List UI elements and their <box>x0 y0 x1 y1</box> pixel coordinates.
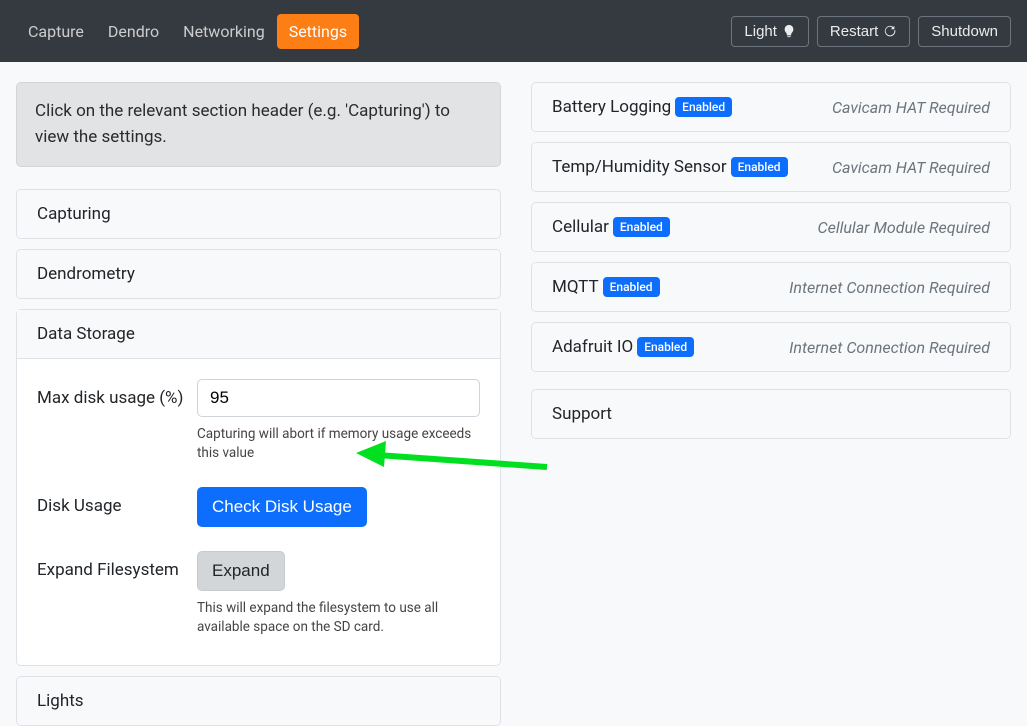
shutdown-button[interactable]: Shutdown <box>918 16 1011 47</box>
section-battery-logging: Battery Logging Enabled Cavicam HAT Requ… <box>531 82 1011 132</box>
help-max-disk: Capturing will abort if memory usage exc… <box>197 425 480 463</box>
section-header-data-storage[interactable]: Data Storage <box>17 310 500 359</box>
section-lights: Lights <box>16 676 501 726</box>
restart-label: Restart <box>830 23 878 40</box>
section-capturing: Capturing <box>16 189 501 239</box>
title-temp-humidity: Temp/Humidity Sensor <box>552 157 727 177</box>
restart-button[interactable]: Restart <box>817 16 910 47</box>
navbar: Capture Dendro Networking Settings Light… <box>0 0 1027 62</box>
check-disk-usage-button[interactable]: Check Disk Usage <box>197 487 367 527</box>
section-header-cellular[interactable]: Cellular Enabled Cellular Module Require… <box>532 203 1010 251</box>
label-disk-usage: Disk Usage <box>37 487 197 527</box>
section-header-lights[interactable]: Lights <box>17 677 500 725</box>
row-max-disk: Max disk usage (%) Capturing will abort … <box>37 379 480 463</box>
section-header-support[interactable]: Support <box>532 390 1010 438</box>
field-max-disk: Capturing will abort if memory usage exc… <box>197 379 480 463</box>
field-expand-fs: Expand This will expand the filesystem t… <box>197 551 480 637</box>
note-adafruit-io: Internet Connection Required <box>789 338 990 357</box>
nav-actions: Light Restart Shutdown <box>731 16 1011 47</box>
expand-button[interactable]: Expand <box>197 551 285 591</box>
section-cellular: Cellular Enabled Cellular Module Require… <box>531 202 1011 252</box>
info-alert: Click on the relevant section header (e.… <box>16 82 501 167</box>
note-mqtt: Internet Connection Required <box>789 278 990 297</box>
right-column: Battery Logging Enabled Cavicam HAT Requ… <box>531 82 1011 726</box>
section-dendrometry: Dendrometry <box>16 249 501 299</box>
label-expand-fs: Expand Filesystem <box>37 551 197 637</box>
shutdown-label: Shutdown <box>931 23 998 40</box>
nav-tab-capture[interactable]: Capture <box>16 14 96 49</box>
nav-tab-dendro[interactable]: Dendro <box>96 14 171 49</box>
note-battery-logging: Cavicam HAT Required <box>832 98 990 117</box>
left-column: Click on the relevant section header (e.… <box>16 82 501 726</box>
note-temp-humidity: Cavicam HAT Required <box>832 158 990 177</box>
row-expand-fs: Expand Filesystem Expand This will expan… <box>37 551 480 637</box>
section-adafruit-io: Adafruit IO Enabled Internet Connection … <box>531 322 1011 372</box>
title-battery-logging: Battery Logging <box>552 97 671 117</box>
section-header-capturing[interactable]: Capturing <box>17 190 500 238</box>
badge-cellular: Enabled <box>613 217 670 237</box>
nav-tab-settings[interactable]: Settings <box>277 14 359 49</box>
section-temp-humidity: Temp/Humidity Sensor Enabled Cavicam HAT… <box>531 142 1011 192</box>
badge-temp-humidity: Enabled <box>731 157 788 177</box>
badge-adafruit-io: Enabled <box>637 337 694 357</box>
help-expand: This will expand the filesystem to use a… <box>197 599 480 637</box>
badge-mqtt: Enabled <box>603 277 660 297</box>
restart-icon <box>883 24 897 38</box>
light-button[interactable]: Light <box>731 16 809 47</box>
field-disk-usage: Check Disk Usage <box>197 487 480 527</box>
title-adafruit-io: Adafruit IO <box>552 337 633 357</box>
section-header-temp-humidity[interactable]: Temp/Humidity Sensor Enabled Cavicam HAT… <box>532 143 1010 191</box>
title-cellular: Cellular <box>552 217 609 237</box>
note-cellular: Cellular Module Required <box>818 218 991 237</box>
section-header-mqtt[interactable]: MQTT Enabled Internet Connection Require… <box>532 263 1010 311</box>
nav-tab-networking[interactable]: Networking <box>171 14 277 49</box>
title-mqtt: MQTT <box>552 277 599 297</box>
row-disk-usage: Disk Usage Check Disk Usage <box>37 487 480 527</box>
nav-tabs: Capture Dendro Networking Settings <box>16 14 359 49</box>
label-max-disk: Max disk usage (%) <box>37 379 197 463</box>
section-data-storage: Data Storage Max disk usage (%) Capturin… <box>16 309 501 666</box>
light-label: Light <box>744 23 777 40</box>
input-max-disk[interactable] <box>197 379 480 417</box>
lightbulb-icon <box>782 24 796 38</box>
badge-battery-logging: Enabled <box>675 97 732 117</box>
section-header-dendrometry[interactable]: Dendrometry <box>17 250 500 298</box>
section-header-adafruit-io[interactable]: Adafruit IO Enabled Internet Connection … <box>532 323 1010 371</box>
section-support: Support <box>531 389 1011 439</box>
section-header-battery-logging[interactable]: Battery Logging Enabled Cavicam HAT Requ… <box>532 83 1010 131</box>
section-mqtt: MQTT Enabled Internet Connection Require… <box>531 262 1011 312</box>
data-storage-body: Max disk usage (%) Capturing will abort … <box>17 359 500 665</box>
page-body: Click on the relevant section header (e.… <box>0 62 1027 726</box>
